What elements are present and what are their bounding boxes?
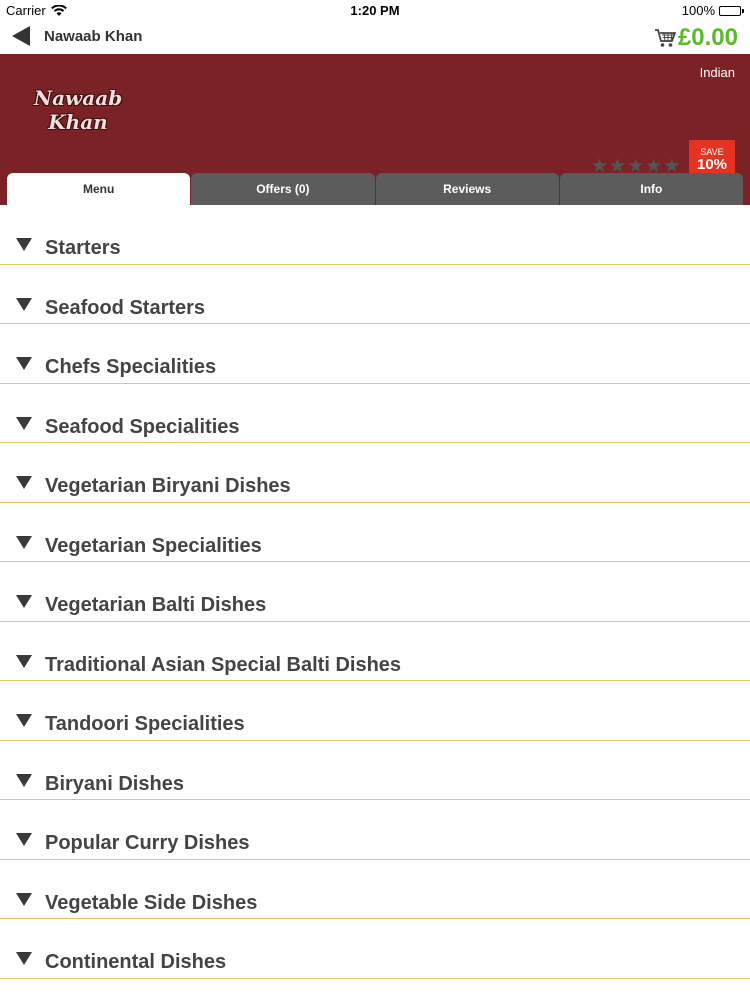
triangle-down-icon — [16, 773, 32, 787]
back-button[interactable]: Nawaab Khan — [12, 26, 142, 46]
triangle-down-icon — [16, 238, 32, 251]
battery-icon — [719, 5, 744, 16]
triangle-down-icon — [16, 892, 32, 906]
category-row[interactable]: Vegetarian Balti Dishes — [0, 562, 750, 622]
triangle-down-icon — [16, 833, 32, 846]
navigation-bar: Nawaab Khan £0.00 — [0, 22, 750, 54]
triangle-down-icon — [16, 535, 32, 549]
menu-category-list: Starters Seafood Starters Chefs Speciali… — [0, 205, 750, 1000]
category-row[interactable]: Traditional Asian Special Balti Dishes — [0, 622, 750, 681]
cuisine-label: Indian — [699, 65, 735, 80]
triangle-down-icon — [16, 416, 32, 430]
tab-info[interactable]: Info — [559, 173, 743, 205]
triangle-down-icon — [16, 357, 32, 370]
category-row[interactable]: Chefs Specialities — [0, 324, 750, 384]
triangle-down-icon — [16, 952, 32, 965]
category-label: Continental Dishes — [45, 951, 227, 974]
category-row[interactable]: Popular Curry Dishes — [0, 800, 750, 860]
triangle-down-icon — [16, 476, 32, 489]
status-right: 100% — [682, 3, 744, 18]
save-badge-value: 10% — [696, 156, 728, 173]
tab-offers[interactable]: Offers (0) — [191, 173, 375, 205]
cart-button[interactable]: £0.00 — [654, 24, 738, 52]
category-row[interactable]: Continental Dishes — [0, 919, 750, 979]
status-time: 1:20 PM — [350, 3, 400, 18]
category-row[interactable]: Seafood Starters — [0, 265, 750, 324]
battery-percent: 100% — [681, 3, 715, 18]
tab-bar: Menu Offers (0) Reviews Info — [7, 173, 743, 205]
triangle-down-icon — [16, 297, 32, 311]
category-row[interactable]: Seafood Specialities — [0, 384, 750, 443]
tab-menu[interactable]: Menu — [7, 173, 191, 205]
back-arrow-icon — [12, 26, 30, 46]
category-row[interactable]: Vegetarian Specialities — [0, 503, 750, 562]
restaurant-logo: Nawaab Khan — [28, 86, 128, 140]
shopping-cart-icon — [654, 28, 676, 48]
app-screen: Carrier 1:20 PM 100% Nawaab Khan £0.00 N… — [0, 0, 750, 1000]
category-row[interactable]: Tandoori Specialities — [0, 681, 750, 741]
category-row[interactable]: Starters — [0, 205, 750, 265]
triangle-down-icon — [16, 654, 32, 668]
triangle-down-icon — [16, 714, 32, 727]
category-row[interactable]: Biryani Dishes — [0, 741, 750, 800]
tab-reviews[interactable]: Reviews — [375, 173, 559, 205]
category-row[interactable]: Vegetable Side Dishes — [0, 860, 750, 919]
triangle-down-icon — [16, 595, 32, 608]
nav-title: Nawaab Khan — [44, 27, 143, 45]
logo-line-1: Nawaab — [33, 86, 123, 110]
logo-line-2: Khan — [48, 110, 108, 134]
cart-total: £0.00 — [677, 24, 738, 51]
category-row[interactable]: Vegetarian Biryani Dishes — [0, 443, 750, 503]
status-bar: Carrier 1:20 PM 100% — [0, 0, 750, 22]
